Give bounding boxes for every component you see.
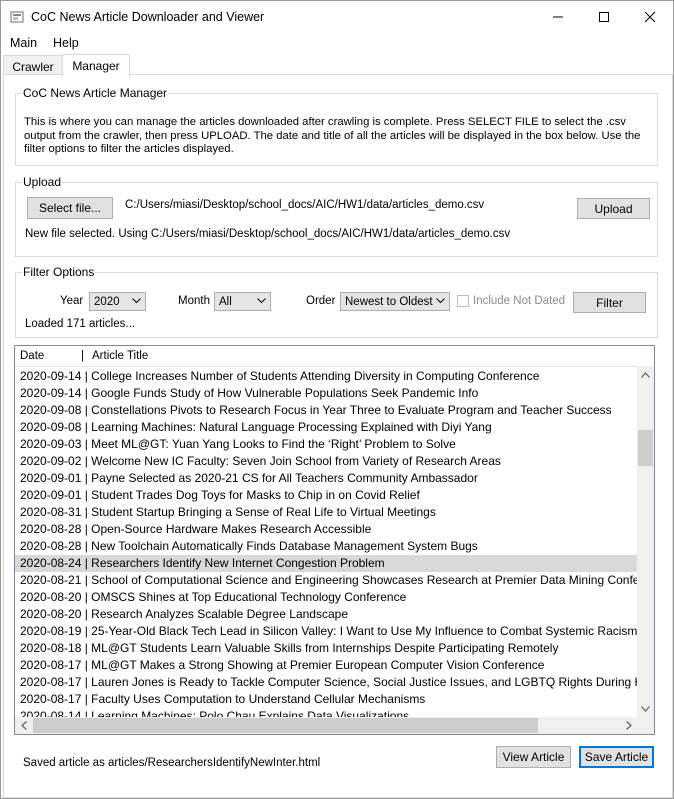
- app-window: CoC News Article Downloader and Viewer M…: [0, 0, 674, 799]
- filter-group-title: Filter Options: [22, 265, 96, 279]
- tab-manager[interactable]: Manager: [62, 54, 130, 77]
- scroll-down-button[interactable]: [637, 700, 654, 717]
- minimize-button[interactable]: [535, 1, 581, 33]
- selected-file-path: C:/Users/miasi/Desktop/school_docs/AIC/H…: [125, 199, 485, 211]
- manager-info-group: CoC News Article Manager This is where y…: [15, 86, 658, 166]
- month-select[interactable]: All: [214, 292, 271, 311]
- maximize-icon: [599, 12, 609, 22]
- saved-status: Saved article as articles/ResearchersIde…: [23, 757, 321, 769]
- tab-bar: Crawler Manager: [1, 53, 673, 77]
- upload-status: New file selected. Using C:/Users/miasi/…: [25, 228, 511, 240]
- list-body: 2020-09-14 | College Increases Number of…: [15, 366, 637, 717]
- list-item[interactable]: 2020-08-17 | Faculty Uses Computation to…: [15, 691, 637, 708]
- month-value: All: [219, 295, 232, 308]
- chevron-up-icon: [641, 371, 650, 378]
- scrollbar-corner: [637, 717, 654, 734]
- list-item[interactable]: 2020-08-18 | ML@GT Students Learn Valuab…: [15, 640, 637, 657]
- year-select[interactable]: 2020: [89, 292, 146, 311]
- list-item[interactable]: 2020-09-08 | Learning Machines: Natural …: [15, 419, 637, 436]
- horizontal-scroll-thumb[interactable]: [33, 718, 538, 733]
- filter-group: Filter Options Year 2020 Month All Order…: [15, 265, 658, 338]
- list-item[interactable]: 2020-09-02 | Welcome New IC Faculty: Sev…: [15, 453, 637, 470]
- upload-group-title: Upload: [22, 175, 63, 189]
- order-label: Order: [306, 295, 336, 307]
- list-item[interactable]: 2020-08-20 | OMSCS Shines at Top Educati…: [15, 589, 637, 606]
- list-item[interactable]: 2020-08-31 | Student Startup Bringing a …: [15, 504, 637, 521]
- menu-bar: Main Help: [1, 33, 673, 53]
- menu-main[interactable]: Main: [10, 36, 37, 50]
- header-separator: |: [81, 350, 84, 362]
- list-item[interactable]: 2020-08-20 | Research Analyzes Scalable …: [15, 606, 637, 623]
- app-icon: [10, 11, 24, 23]
- month-label: Month: [178, 295, 210, 307]
- list-item[interactable]: 2020-09-01 | Student Trades Dog Toys for…: [15, 487, 637, 504]
- manager-description: This is where you can manage the article…: [24, 116, 641, 155]
- menu-help[interactable]: Help: [53, 36, 79, 50]
- include-not-dated-checkbox[interactable]: [457, 295, 469, 307]
- list-item[interactable]: 2020-09-01 | Payne Selected as 2020-21 C…: [15, 470, 637, 487]
- scroll-up-button[interactable]: [637, 366, 654, 383]
- filter-button[interactable]: Filter: [573, 292, 646, 313]
- article-list[interactable]: Date | Article Title 2020-09-14 | Colleg…: [14, 345, 655, 735]
- header-title: Article Title: [92, 350, 149, 362]
- minimize-icon: [553, 16, 563, 18]
- manager-group-title: CoC News Article Manager: [22, 86, 169, 100]
- loaded-count: Loaded 171 articles...: [25, 318, 135, 330]
- scroll-right-button[interactable]: [620, 717, 637, 734]
- select-file-button[interactable]: Select file...: [27, 197, 113, 219]
- year-value: 2020: [94, 295, 120, 308]
- list-item[interactable]: 2020-08-19 | 25-Year-Old Black Tech Lead…: [15, 623, 637, 640]
- list-item[interactable]: 2020-09-08 | Constellations Pivots to Re…: [15, 402, 637, 419]
- order-value: Newest to Oldest: [345, 295, 433, 308]
- include-not-dated-label: Include Not Dated: [473, 295, 566, 307]
- list-header: Date | Article Title: [15, 346, 654, 367]
- horizontal-scrollbar[interactable]: [15, 717, 637, 734]
- year-label: Year: [60, 295, 84, 307]
- vertical-scrollbar[interactable]: [637, 366, 654, 717]
- close-button[interactable]: [627, 1, 673, 33]
- upload-button[interactable]: Upload: [577, 198, 650, 219]
- close-icon: [644, 11, 656, 23]
- list-item[interactable]: 2020-08-14 | Learning Machines: Polo Cha…: [15, 708, 637, 717]
- order-select[interactable]: Newest to Oldest: [340, 292, 450, 311]
- chevron-left-icon: [20, 721, 27, 730]
- header-date: Date: [20, 350, 45, 362]
- chevron-down-icon: [436, 298, 445, 304]
- save-article-button[interactable]: Save Article: [579, 746, 654, 768]
- vertical-scroll-thumb[interactable]: [638, 430, 653, 466]
- list-item[interactable]: 2020-08-28 | New Toolchain Automatically…: [15, 538, 637, 555]
- list-item[interactable]: 2020-08-28 | Open-Source Hardware Makes …: [15, 521, 637, 538]
- view-article-button[interactable]: View Article: [496, 746, 571, 768]
- list-item[interactable]: 2020-08-17 | Lauren Jones is Ready to Ta…: [15, 674, 637, 691]
- list-item[interactable]: 2020-09-14 | College Increases Number of…: [15, 368, 637, 385]
- list-item[interactable]: 2020-08-21 | School of Computational Sci…: [15, 572, 637, 589]
- chevron-right-icon: [625, 721, 632, 730]
- window-title: CoC News Article Downloader and Viewer: [31, 10, 265, 24]
- list-item[interactable]: 2020-09-03 | Meet ML@GT: Yuan Yang Looks…: [15, 436, 637, 453]
- list-item[interactable]: 2020-08-17 | ML@GT Makes a Strong Showin…: [15, 657, 637, 674]
- upload-group: Upload Select file... C:/Users/miasi/Des…: [15, 175, 658, 257]
- chevron-down-icon: [257, 298, 266, 304]
- list-item[interactable]: 2020-08-24 | Researchers Identify New In…: [15, 555, 637, 572]
- scroll-left-button[interactable]: [15, 717, 32, 734]
- maximize-button[interactable]: [581, 1, 627, 33]
- chevron-down-icon: [132, 298, 141, 304]
- title-bar: CoC News Article Downloader and Viewer: [1, 1, 673, 33]
- list-item[interactable]: 2020-09-14 | Google Funds Study of How V…: [15, 385, 637, 402]
- chevron-down-icon: [641, 705, 650, 712]
